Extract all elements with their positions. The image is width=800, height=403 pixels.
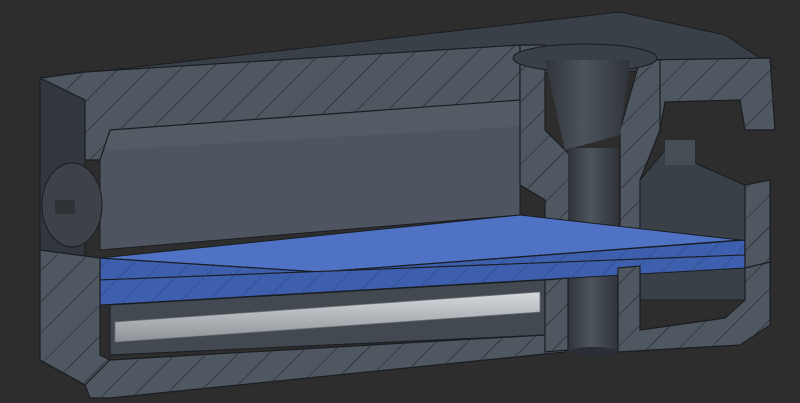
right-chamber xyxy=(639,149,746,301)
right-chamber-step xyxy=(665,140,695,165)
section-view-drawing xyxy=(37,11,777,399)
cad-viewport xyxy=(0,0,800,403)
left-slot xyxy=(55,200,75,214)
funnel-cone xyxy=(545,60,630,150)
bore-outlet xyxy=(568,347,618,357)
